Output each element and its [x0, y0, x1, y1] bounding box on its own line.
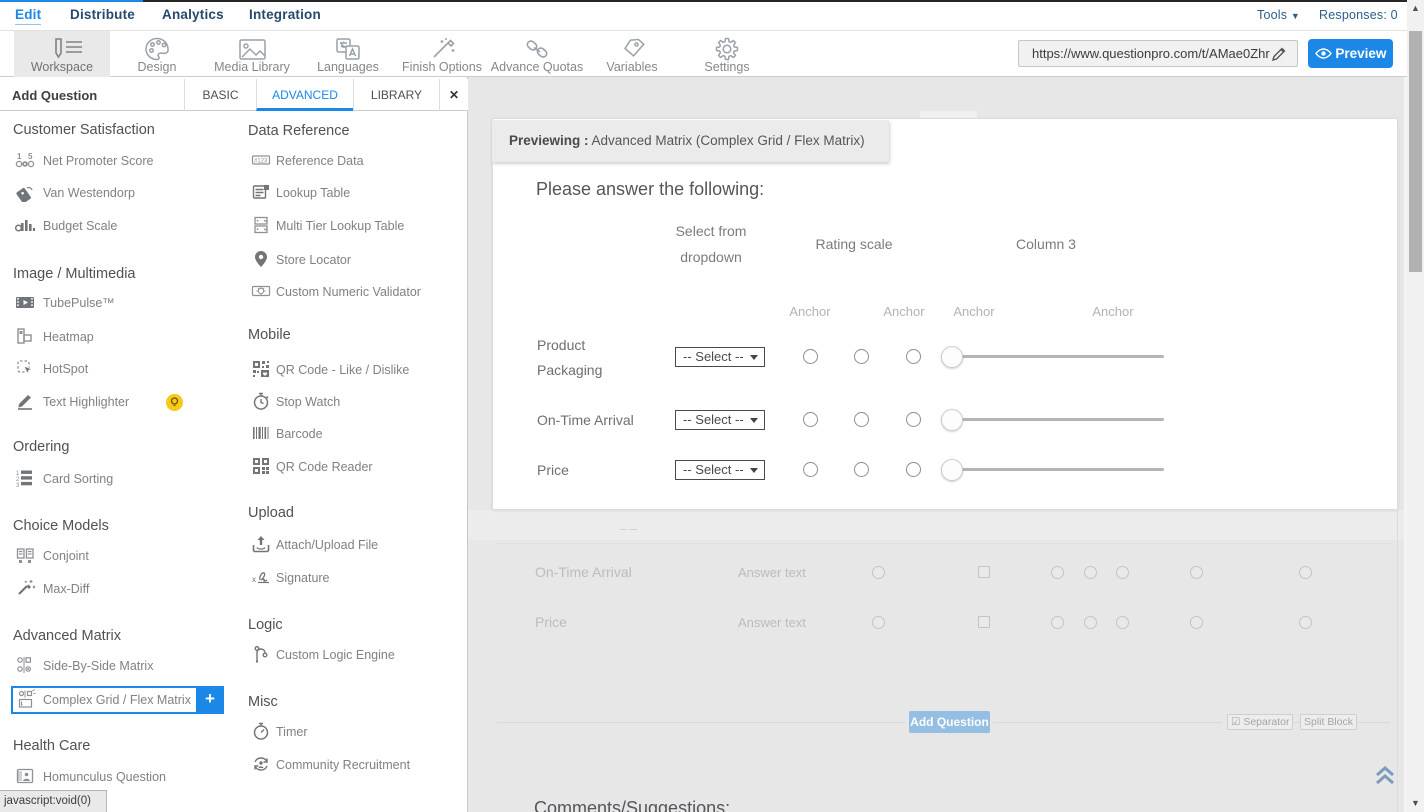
svg-text:#123: #123 — [254, 159, 268, 165]
svg-text:1: 1 — [17, 152, 22, 161]
svg-text:3: 3 — [16, 483, 20, 488]
svg-text:x: x — [252, 575, 256, 584]
svg-text:5: 5 — [28, 152, 33, 161]
